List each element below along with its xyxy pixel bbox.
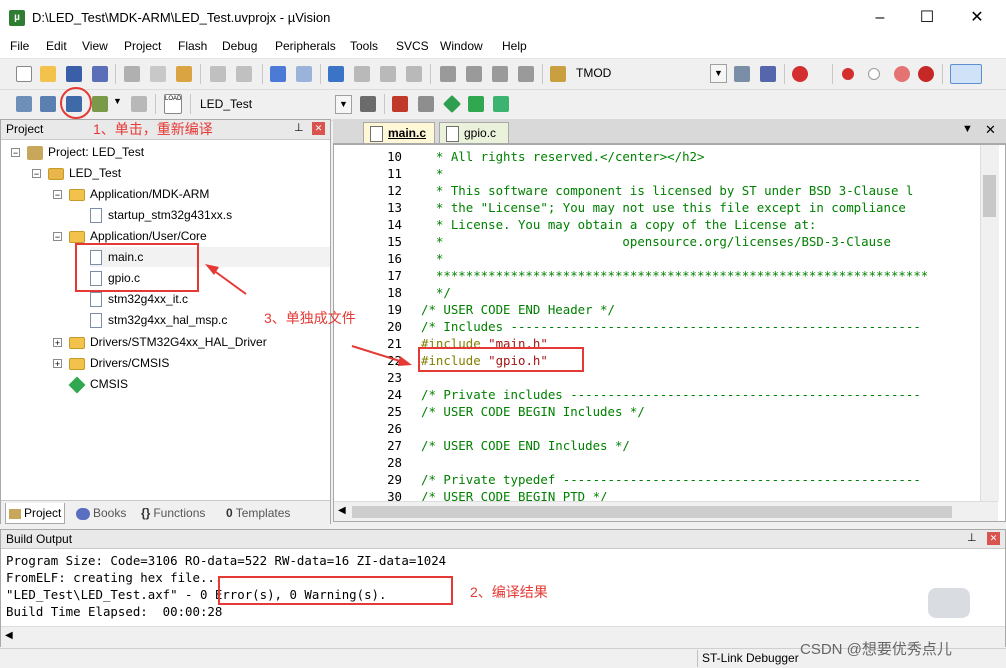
arrow-head: [398, 356, 412, 366]
annotation-arrows: [205, 264, 412, 366]
arrow-to-files: [212, 269, 247, 295]
arrow-to-include: [351, 345, 404, 363]
chat-bubble-icon: [928, 588, 970, 618]
watermark: CSDN @想要优秀点儿: [800, 641, 952, 658]
